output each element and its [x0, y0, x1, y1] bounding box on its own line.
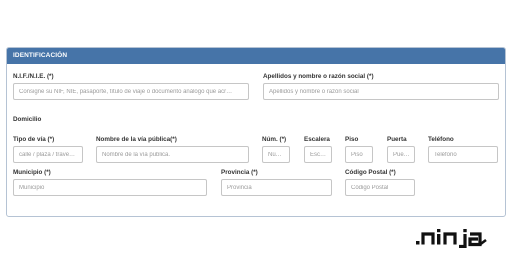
apellidos-label: Apellidos y nombre o razón social (*): [263, 73, 374, 80]
piso-input[interactable]: [345, 146, 373, 163]
codigo-postal-input[interactable]: [345, 179, 415, 196]
num-input[interactable]: [262, 146, 290, 163]
telefono-label: Teléfono: [428, 136, 454, 143]
puerta-label: Puerta: [387, 136, 407, 143]
escalera-input[interactable]: [304, 146, 332, 163]
nif-label: N.I.F./N.I.E. (*): [13, 73, 54, 80]
puerta-input[interactable]: [387, 146, 415, 163]
nombre-via-input[interactable]: [96, 146, 249, 163]
ninja-logo: [416, 229, 487, 248]
escalera-label: Escalera: [304, 136, 330, 143]
provincia-input[interactable]: [221, 179, 332, 196]
apellidos-input[interactable]: [263, 83, 499, 100]
num-label: Núm. (*): [262, 136, 287, 143]
provincia-label: Provincia (*): [221, 169, 258, 176]
domicilio-section-title: Domicilio: [13, 116, 42, 123]
municipio-input[interactable]: [13, 179, 207, 196]
piso-label: Piso: [345, 136, 359, 143]
telefono-input[interactable]: [428, 146, 498, 163]
nif-input[interactable]: [13, 83, 249, 100]
panel-title: IDENTIFICACIÓN: [7, 48, 505, 64]
identification-panel: IDENTIFICACIÓN N.I.F./N.I.E. (*) Apellid…: [6, 47, 506, 217]
tipo-via-input[interactable]: [13, 146, 83, 163]
municipio-label: Municipio (*): [13, 169, 51, 176]
nombre-via-label: Nombre de la vía pública(*): [96, 136, 177, 143]
codigo-postal-label: Código Postal (*): [345, 169, 396, 176]
tipo-via-label: Tipo de vía (*): [13, 136, 55, 143]
